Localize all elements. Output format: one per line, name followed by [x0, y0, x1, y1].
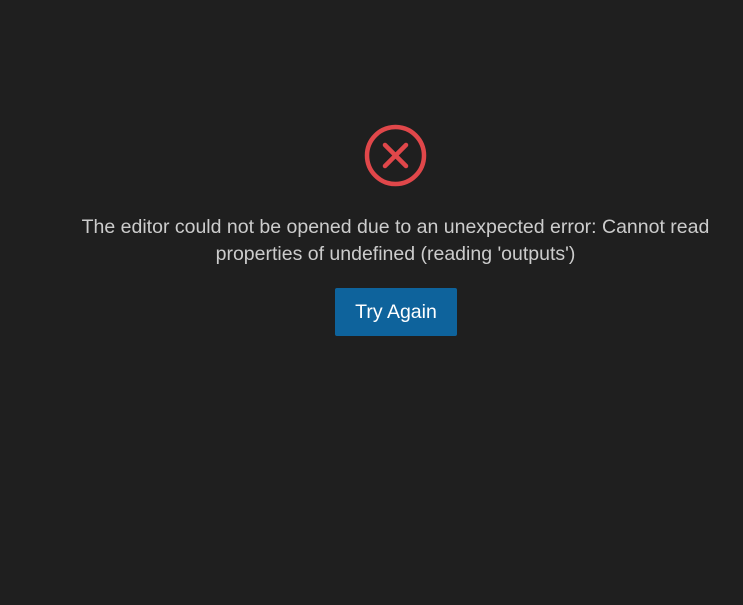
error-message: The editor could not be opened due to an… — [81, 216, 710, 265]
error-icon — [364, 124, 427, 187]
editor-error-placeholder: The editor could not be opened due to an… — [0, 0, 743, 605]
try-again-button[interactable]: Try Again — [335, 288, 457, 336]
